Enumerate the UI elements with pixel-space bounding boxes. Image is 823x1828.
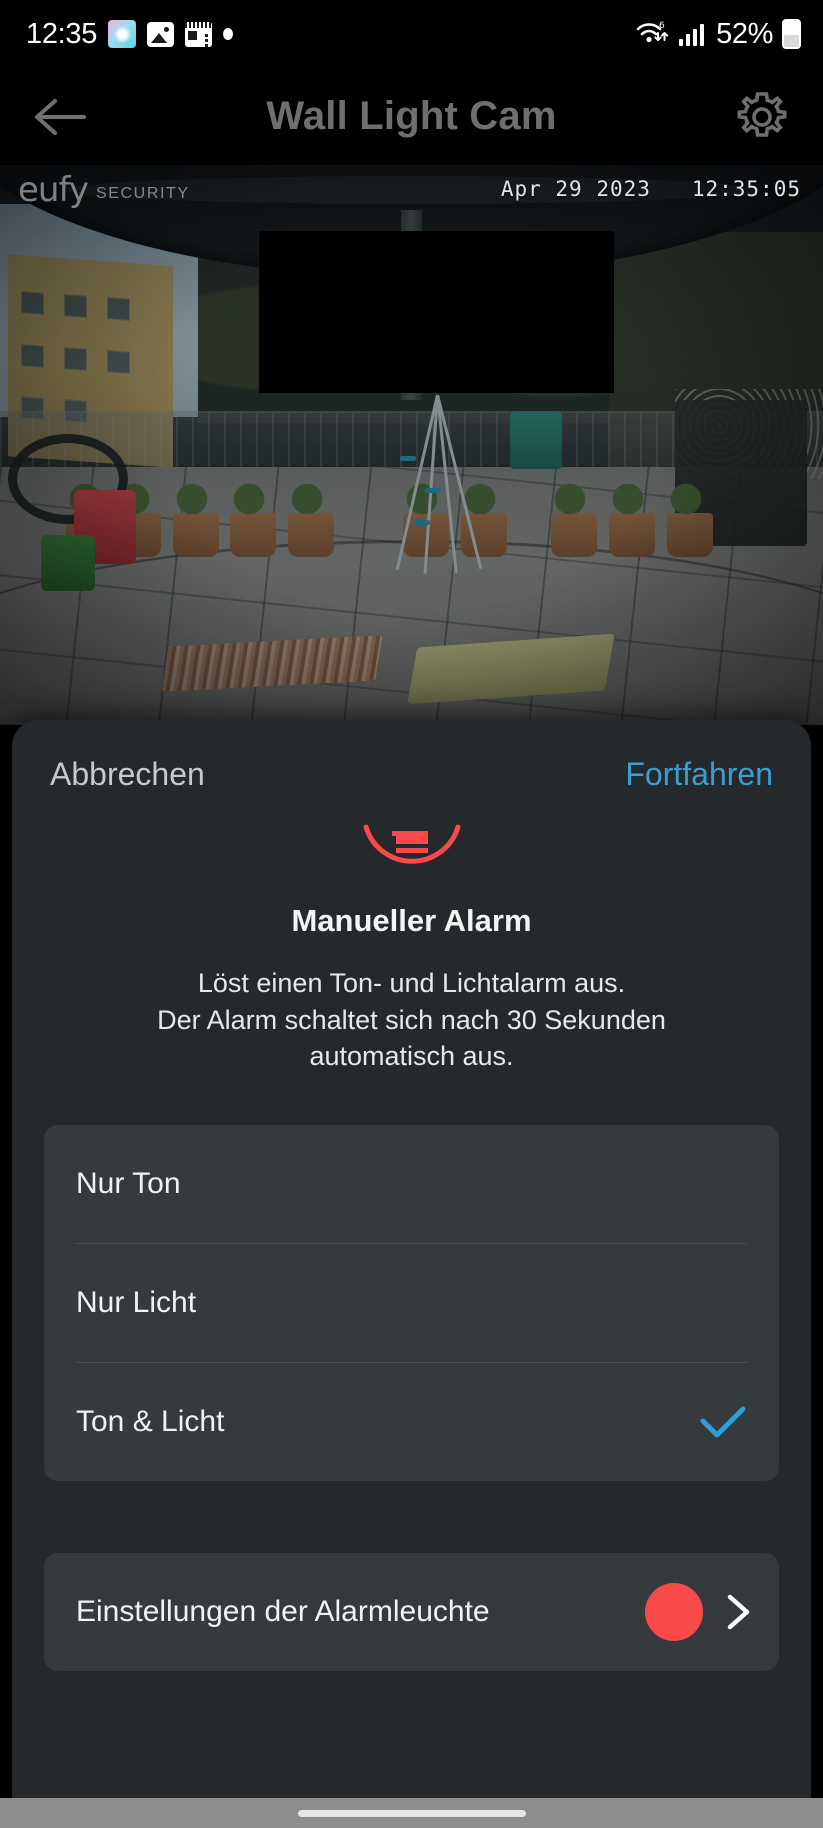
chevron-right-icon [727,1594,750,1630]
camera-timestamp: Apr 29 2023 12:35:05 [500,177,801,201]
camera-live-view[interactable]: eufy SECURITY Apr 29 2023 12:35:05 [0,165,823,725]
news-icon [185,21,213,47]
battery-percent-label: 52% [716,17,773,50]
gear-icon[interactable] [735,90,789,144]
watermark-subtitle: SECURITY [95,185,190,202]
alarm-light-color-swatch[interactable] [645,1583,703,1642]
status-clock: 12:35 [26,17,98,50]
gallery-app-icon [108,20,137,48]
eufy-watermark: eufy SECURITY [18,173,190,207]
cancel-button[interactable]: Abbrechen [50,756,205,793]
system-navigation-bar [0,1798,823,1828]
home-gesture-handle[interactable] [297,1809,526,1817]
checkmark-icon [700,1406,746,1438]
cellular-signal-icon [679,24,705,46]
option-label: Nur Licht [76,1286,197,1320]
manual-alarm-sheet: Abbrechen Fortfahren Manueller Alarm Lös… [12,720,811,1798]
option-label: Ton & Licht [76,1405,225,1439]
alarm-light-settings-card: Einstellungen der Alarmleuchte [44,1553,779,1672]
alarm-siren-icon [363,824,460,864]
status-bar-left: 12:35 [26,17,234,51]
sheet-description: Löst einen Ton- und Lichtalarm aus. Der … [157,968,666,1072]
status-bar: 12:35 6 52% [0,0,823,68]
option-row-sound-and-light[interactable]: Ton & Licht [44,1363,779,1481]
redaction-block [259,231,614,393]
page-title: Wall Light Cam [266,94,557,138]
alarm-icon-wrap [12,823,811,885]
phone-screen: 12:35 6 52% Wall Light Cam eufy SECURITY… [0,0,823,1828]
svg-text:6: 6 [659,21,665,31]
back-arrow-icon[interactable] [32,96,88,138]
dot-badge-icon [223,28,234,40]
alarm-light-settings-label: Einstellungen der Alarmleuchte [76,1595,490,1629]
watermark-brand: eufy [18,170,89,210]
continue-button[interactable]: Fortfahren [625,756,773,793]
wifi-icon: 6 [636,21,669,43]
option-label: Nur Ton [76,1167,181,1201]
alarm-light-settings-row[interactable]: Einstellungen der Alarmleuchte [44,1553,779,1671]
sheet-action-row: Abbrechen Fortfahren [12,720,811,793]
app-bar: Wall Light Cam [0,68,823,165]
battery-icon [782,19,801,49]
option-row-sound-only[interactable]: Nur Ton [44,1125,779,1243]
status-bar-right: 6 52% [636,18,801,51]
option-row-light-only[interactable]: Nur Licht [44,1244,779,1362]
sheet-title: Manueller Alarm [291,903,532,938]
alarm-mode-options: Nur Ton Nur Licht Ton & Licht [44,1125,779,1482]
photo-icon [147,21,175,47]
